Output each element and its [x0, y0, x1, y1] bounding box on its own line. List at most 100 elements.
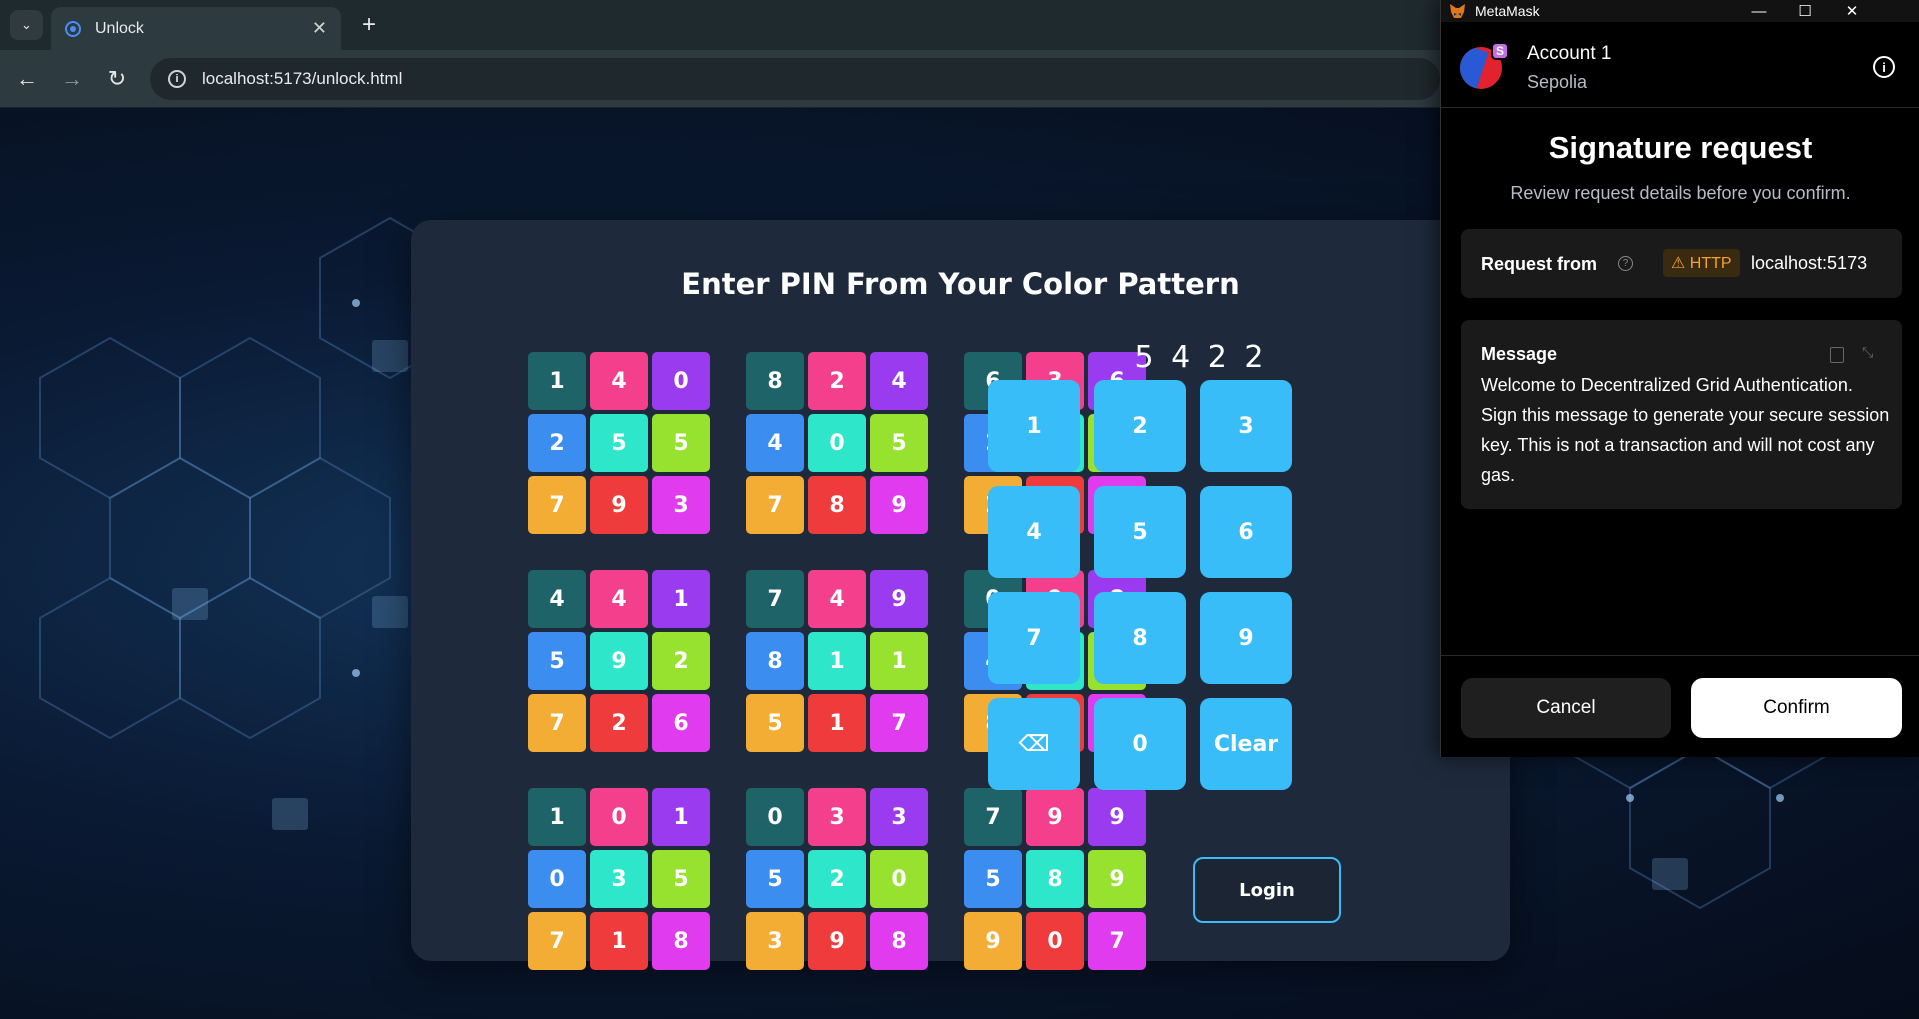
- browser-tab-active[interactable]: Unlock ✕: [51, 7, 341, 50]
- forward-button[interactable]: →: [55, 62, 89, 96]
- question-icon[interactable]: ?: [1618, 256, 1633, 271]
- request-host: localhost:5173: [1751, 253, 1868, 273]
- grid-cell: 8: [652, 912, 710, 970]
- pin-display: 5 4 2 2: [1134, 340, 1268, 375]
- key-3[interactable]: 3: [1200, 380, 1292, 472]
- signature-request-title: Signature request: [1548, 130, 1813, 165]
- window-close-button[interactable]: ✕: [1829, 0, 1875, 22]
- grid-cell: 2: [528, 414, 586, 472]
- login-button[interactable]: Login: [1193, 857, 1341, 923]
- metamask-popup: MetaMask — ☐ ✕ S Account 1 Sepolia i Sig…: [1440, 0, 1919, 757]
- chevron-down-icon: ⌄: [21, 17, 32, 32]
- grid-cell: 3: [808, 788, 866, 846]
- collapse-icon[interactable]: ⤡: [1862, 344, 1873, 361]
- key-1[interactable]: 1: [988, 380, 1080, 472]
- grid-cell: 1: [808, 632, 866, 690]
- grid-cell: 7: [528, 912, 586, 970]
- grid-cell: 1: [808, 694, 866, 752]
- key-5[interactable]: 5: [1094, 486, 1186, 578]
- info-icon[interactable]: i: [1873, 56, 1895, 78]
- confirm-button[interactable]: Confirm: [1691, 678, 1902, 738]
- grid-cell: 0: [870, 850, 928, 908]
- grid-cell: 5: [652, 414, 710, 472]
- grid-cell: 7: [1088, 912, 1146, 970]
- grid-cell: 4: [746, 414, 804, 472]
- key-6[interactable]: 6: [1200, 486, 1292, 578]
- http-warning-badge: ⚠ HTTP: [1663, 249, 1740, 277]
- metamask-footer: Cancel Confirm: [1441, 655, 1919, 757]
- grid-cell: 5: [652, 850, 710, 908]
- grid-cell: 9: [964, 912, 1022, 970]
- tab-title: Unlock: [95, 19, 144, 37]
- grid-cell: 5: [870, 414, 928, 472]
- grid-cell: 0: [808, 414, 866, 472]
- reload-icon: ↻: [107, 66, 127, 91]
- grid-cell: 9: [1026, 788, 1084, 846]
- reload-button[interactable]: ↻: [100, 62, 134, 96]
- key-2[interactable]: 2: [1094, 380, 1186, 472]
- grid-cell: 7: [746, 476, 804, 534]
- key-8[interactable]: 8: [1094, 592, 1186, 684]
- grid-cell: 7: [964, 788, 1022, 846]
- grid-cell: 1: [590, 912, 648, 970]
- pin-entry-card: Enter PIN From Your Color Pattern 140824…: [411, 220, 1510, 970]
- grid-cell: 5: [590, 414, 648, 472]
- grid-cell: 6: [652, 694, 710, 752]
- tab-search-button[interactable]: ⌄: [10, 10, 43, 40]
- grid-cell: 4: [590, 570, 648, 628]
- grid-cell: 1: [528, 788, 586, 846]
- minimize-button[interactable]: —: [1736, 0, 1782, 22]
- key-4[interactable]: 4: [988, 486, 1080, 578]
- account-name[interactable]: Account 1: [1527, 43, 1612, 65]
- grid-cell: 3: [590, 850, 648, 908]
- grid-cell: 0: [746, 788, 804, 846]
- backspace-key[interactable]: ⌫: [988, 698, 1080, 790]
- grid-cell: 7: [528, 694, 586, 752]
- page-title: Enter PIN From Your Color Pattern: [681, 267, 1240, 301]
- grid-cell: 7: [870, 694, 928, 752]
- grid-cell: 2: [808, 850, 866, 908]
- grid-cell: 4: [808, 570, 866, 628]
- grid-cell: 8: [746, 352, 804, 410]
- message-label: Message: [1481, 344, 1558, 364]
- grid-cell: 3: [746, 912, 804, 970]
- metamask-titlebar: MetaMask — ☐ ✕: [1441, 0, 1919, 22]
- grid-cell: 5: [964, 850, 1022, 908]
- grid-cell: 9: [870, 476, 928, 534]
- address-url: localhost:5173/unlock.html: [202, 69, 403, 88]
- request-from-box: Request from ? ⚠ HTTP localhost:5173: [1461, 229, 1902, 298]
- grid-cell: 3: [652, 476, 710, 534]
- key-7[interactable]: 7: [988, 592, 1080, 684]
- grid-cell: 9: [870, 570, 928, 628]
- tab-close-icon[interactable]: ✕: [312, 18, 327, 39]
- grid-cell: 1: [652, 788, 710, 846]
- address-bar[interactable]: i localhost:5173/unlock.html: [150, 58, 1440, 100]
- grid-cell: 8: [808, 476, 866, 534]
- grid-cell: 4: [870, 352, 928, 410]
- network-name: Sepolia: [1527, 72, 1588, 92]
- grid-cell: 7: [528, 476, 586, 534]
- back-button[interactable]: ←: [10, 62, 44, 96]
- signature-request-subtitle: Review request details before you confir…: [1510, 183, 1851, 203]
- grid-cell: 8: [1026, 850, 1084, 908]
- grid-cell: 2: [808, 352, 866, 410]
- copy-icon[interactable]: [1830, 347, 1844, 363]
- grid-cell: 9: [1088, 788, 1146, 846]
- grid-cell: 0: [590, 788, 648, 846]
- clear-key[interactable]: Clear: [1200, 698, 1292, 790]
- grid-cell: 9: [590, 632, 648, 690]
- key-9[interactable]: 9: [1200, 592, 1292, 684]
- new-tab-button[interactable]: +: [354, 10, 384, 40]
- cancel-button[interactable]: Cancel: [1461, 678, 1671, 738]
- grid-cell: 7: [746, 570, 804, 628]
- grid-cell: 5: [746, 850, 804, 908]
- maximize-button[interactable]: ☐: [1782, 0, 1828, 22]
- account-header: S Account 1 Sepolia i: [1441, 22, 1919, 108]
- site-info-icon[interactable]: i: [168, 70, 186, 88]
- arrow-right-icon: →: [61, 66, 83, 91]
- grid-cell: 9: [590, 476, 648, 534]
- grid-cell: 9: [1088, 850, 1146, 908]
- grid-cell: 8: [746, 632, 804, 690]
- message-text: Welcome to Decentralized Grid Authentica…: [1481, 375, 1890, 485]
- key-0[interactable]: 0: [1094, 698, 1186, 790]
